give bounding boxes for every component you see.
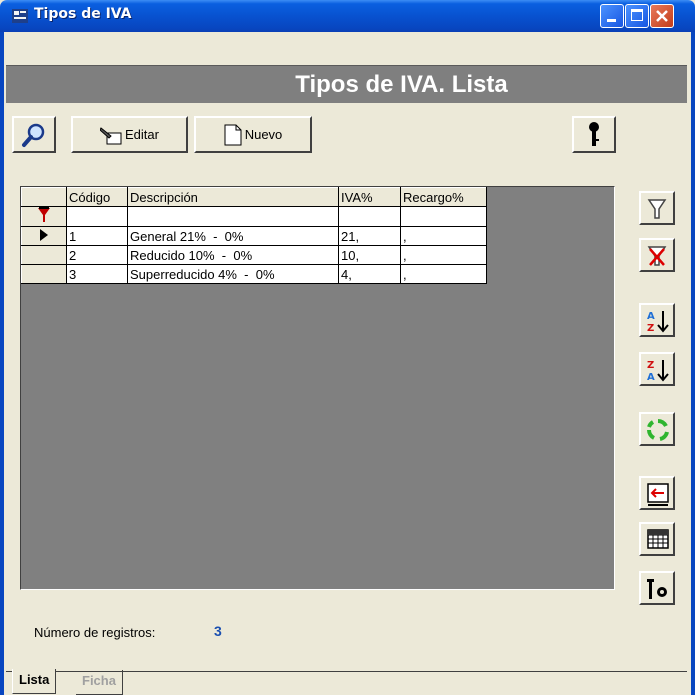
cell-recargo[interactable]: , <box>400 245 487 265</box>
title-bar[interactable]: Tipos de IVA <box>0 0 695 32</box>
header-banner: Tipos de IVA. Lista <box>6 65 687 103</box>
edit-icon <box>100 126 122 144</box>
data-grid[interactable]: Código Descripción IVA% Recargo% 1 Gener… <box>20 186 615 590</box>
export-icon <box>647 483 669 506</box>
tab-ficha[interactable]: Ficha <box>76 670 123 695</box>
filter-cell-iva[interactable] <box>338 206 401 227</box>
settings-button[interactable] <box>639 571 675 605</box>
records-table: Código Descripción IVA% Recargo% 1 Gener… <box>21 187 487 284</box>
key-button[interactable] <box>572 116 616 153</box>
settings-icon <box>647 579 667 599</box>
search-button[interactable] <box>12 116 56 153</box>
cell-codigo[interactable]: 1 <box>66 226 128 246</box>
filter-button[interactable] <box>639 191 675 225</box>
clear-filter-icon <box>647 246 667 266</box>
export-button[interactable] <box>639 476 675 510</box>
new-button[interactable]: Nuevo <box>194 116 312 153</box>
filter-funnel-icon <box>38 207 50 222</box>
column-header-iva[interactable]: IVA% <box>338 187 401 207</box>
row-indicator-header <box>21 187 67 207</box>
edit-button[interactable]: Editar <box>71 116 188 153</box>
cell-descripcion[interactable]: Reducido 10% - 0% <box>127 245 339 265</box>
column-header-recargo[interactable]: Recargo% <box>400 187 487 207</box>
window-title: Tipos de IVA <box>34 6 132 22</box>
svg-text:A: A <box>647 372 655 383</box>
maximize-button[interactable] <box>625 4 649 28</box>
window-border-left <box>0 32 4 695</box>
key-icon <box>589 121 599 146</box>
table-row[interactable]: 2 Reducido 10% - 0% 10, , <box>21 245 487 265</box>
window-border-right <box>691 32 695 695</box>
refresh-button[interactable] <box>639 412 675 446</box>
minimize-button[interactable] <box>600 4 624 28</box>
column-header-codigo[interactable]: Código <box>66 187 128 207</box>
sort-ascending-button[interactable]: A Z <box>639 303 675 337</box>
current-row-arrow-icon <box>40 228 48 241</box>
sort-ascending-icon: A Z <box>647 311 669 334</box>
record-count-value: 3 <box>214 623 222 639</box>
edit-label: Editar <box>125 127 159 142</box>
table-row[interactable]: 1 General 21% - 0% 21, , <box>21 226 487 246</box>
sort-descending-icon: Z A <box>647 360 669 383</box>
column-header-descripcion[interactable]: Descripción <box>127 187 339 207</box>
magnifier-icon <box>22 123 45 147</box>
filter-row[interactable] <box>21 206 487 227</box>
filter-cell-recargo[interactable] <box>400 206 487 227</box>
svg-text:Z: Z <box>647 323 654 334</box>
grid-view-button[interactable] <box>639 522 675 556</box>
cell-iva[interactable]: 21, <box>338 226 401 246</box>
table-row[interactable]: 3 Superreducido 4% - 0% 4, , <box>21 264 487 284</box>
svg-text:A: A <box>647 311 655 322</box>
window: Tipos de IVA Tipos de IVA. Lista Editar <box>0 0 695 695</box>
cell-codigo[interactable]: 3 <box>66 264 128 284</box>
cell-recargo[interactable]: , <box>400 264 487 284</box>
close-icon <box>656 10 668 22</box>
cell-iva[interactable]: 4, <box>338 264 401 284</box>
cell-recargo[interactable]: , <box>400 226 487 246</box>
cell-iva[interactable]: 10, <box>338 245 401 265</box>
tab-lista[interactable]: Lista <box>12 669 57 694</box>
maximize-icon <box>631 9 643 21</box>
row-indicator[interactable] <box>21 245 67 265</box>
filter-cell-codigo[interactable] <box>66 206 128 227</box>
table-header-row: Código Descripción IVA% Recargo% <box>21 187 487 207</box>
svg-text:Z: Z <box>647 360 654 371</box>
cell-descripcion[interactable]: General 21% - 0% <box>127 226 339 246</box>
app-icon <box>12 9 28 23</box>
close-button[interactable] <box>650 4 674 28</box>
record-count-label: Número de registros: <box>34 625 156 640</box>
page-title: Tipos de IVA. Lista <box>295 71 508 98</box>
minimize-icon <box>607 19 616 22</box>
cell-codigo[interactable]: 2 <box>66 245 128 265</box>
row-indicator[interactable] <box>21 264 67 284</box>
filter-icon <box>647 199 667 219</box>
new-document-icon <box>224 124 242 145</box>
clear-filter-button[interactable] <box>639 238 675 272</box>
filter-cell-descripcion[interactable] <box>127 206 339 227</box>
grid-icon <box>647 529 669 549</box>
sort-descending-button[interactable]: Z A <box>639 352 675 386</box>
refresh-icon <box>647 419 669 441</box>
new-label: Nuevo <box>244 127 283 142</box>
filter-row-indicator <box>21 206 67 227</box>
current-row-indicator[interactable] <box>21 226 67 246</box>
cell-descripcion[interactable]: Superreducido 4% - 0% <box>127 264 339 284</box>
